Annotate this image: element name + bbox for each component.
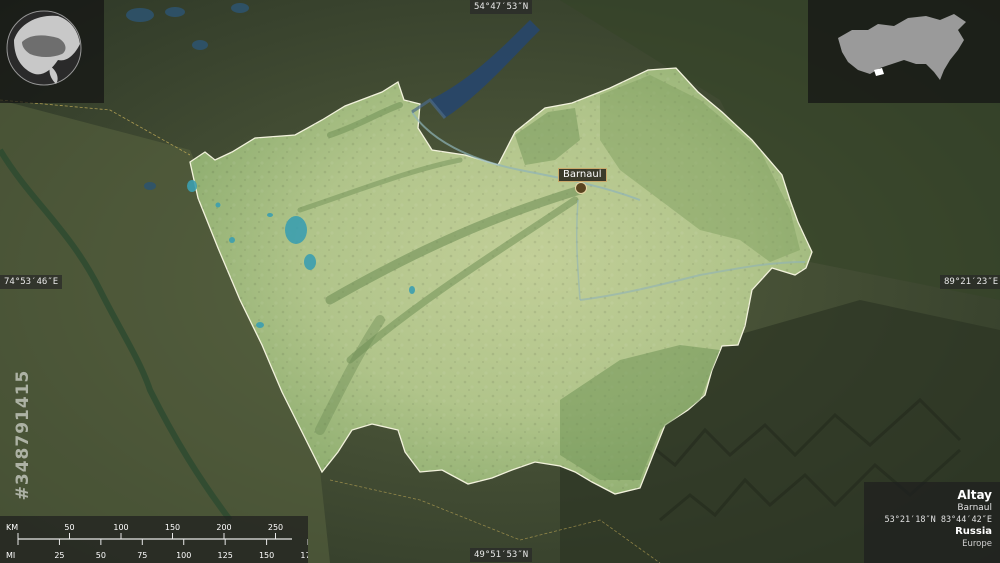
scale-mi-label: 125 bbox=[218, 551, 233, 560]
scale-mi-label: 50 bbox=[96, 551, 106, 560]
scale-mi-label: 150 bbox=[259, 551, 274, 560]
scale-mi-label: 75 bbox=[137, 551, 147, 560]
scale-bar-graphic: KM MI 50 100 150 200 250 25 50 75 100 125 150 175 bbox=[6, 523, 308, 560]
scale-km-label: 250 bbox=[268, 523, 283, 532]
scale-km-label: 150 bbox=[165, 523, 180, 532]
info-continent: Europe bbox=[962, 539, 992, 549]
scale-bar: KM MI 50 100 150 200 250 25 50 75 100 125 150 175 bbox=[0, 516, 308, 563]
country-inset bbox=[808, 0, 1000, 103]
scale-mi-unit: MI bbox=[6, 551, 15, 560]
scale-km-label: 200 bbox=[216, 523, 231, 532]
scale-km-unit: KM bbox=[6, 523, 18, 532]
coord-label-left: 74°53′46″E bbox=[0, 275, 63, 289]
city-label-barnaul[interactable]: Barnaul bbox=[558, 168, 607, 182]
info-coordinates: 53°21′18″N 83°44′42″E bbox=[884, 515, 992, 525]
scale-mi-label: 175 bbox=[300, 551, 308, 560]
watermark: #348791415 bbox=[12, 335, 34, 535]
info-region-name: Altay bbox=[957, 488, 992, 502]
globe-icon bbox=[6, 10, 82, 86]
info-box: Altay Barnaul 53°21′18″N 83°44′42″E Russ… bbox=[864, 482, 1000, 563]
coord-label-top: 54°47′53″N bbox=[470, 0, 533, 14]
city-marker-icon[interactable] bbox=[575, 182, 587, 194]
watermark-text: #348791415 bbox=[13, 369, 33, 501]
info-capital: Barnaul bbox=[957, 503, 992, 513]
country-silhouette-icon bbox=[838, 14, 966, 80]
scale-mi-label: 100 bbox=[176, 551, 191, 560]
scale-km-label: 50 bbox=[64, 523, 74, 532]
info-country: Russia bbox=[955, 526, 992, 537]
coord-label-bottom: 49°51′53″N bbox=[470, 548, 533, 562]
scale-km-label: 100 bbox=[113, 523, 128, 532]
scale-mi-label: 25 bbox=[54, 551, 64, 560]
globe-inset bbox=[0, 0, 104, 103]
coord-label-right: 89°21′23″E bbox=[940, 275, 1000, 289]
